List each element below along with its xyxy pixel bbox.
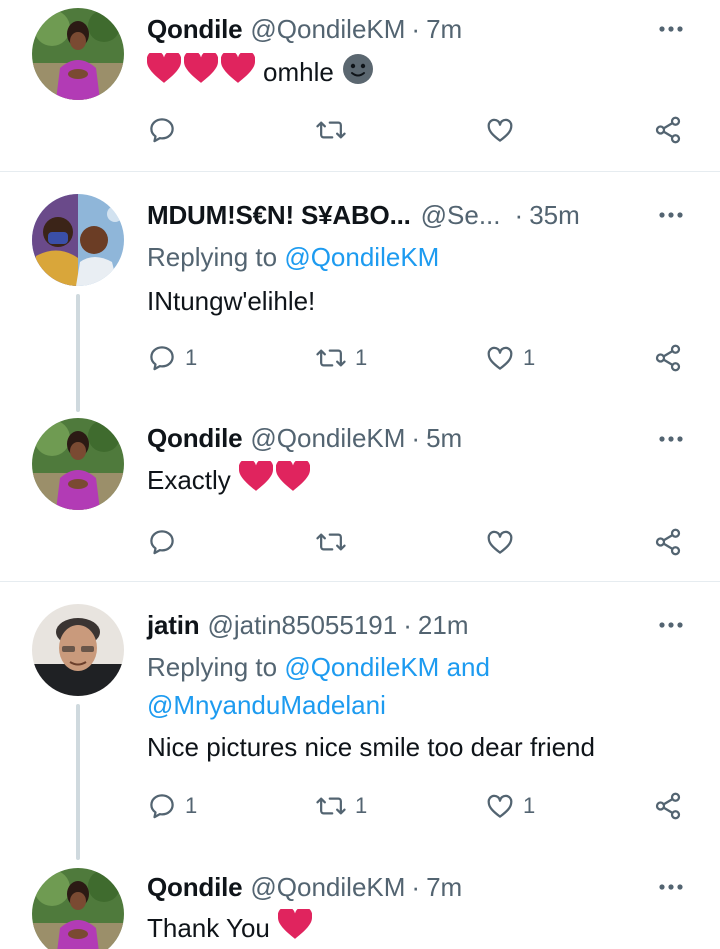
red-heart-emoji bbox=[277, 906, 313, 947]
like-button[interactable]: 1 bbox=[485, 340, 535, 376]
replying-joiner: and bbox=[446, 652, 490, 682]
separator-dot: · bbox=[514, 199, 524, 230]
red-heart-emoji bbox=[238, 458, 274, 499]
red-heart-emoji bbox=[220, 50, 256, 91]
timestamp[interactable]: 35m bbox=[529, 200, 580, 231]
author-name[interactable]: Qondile bbox=[147, 423, 243, 454]
avatar[interactable] bbox=[32, 868, 124, 949]
reply-icon bbox=[150, 118, 174, 143]
retweet-icon bbox=[316, 797, 346, 815]
retweet-button[interactable] bbox=[315, 112, 347, 148]
share-icon bbox=[655, 528, 681, 556]
author-handle[interactable]: @QondileKM bbox=[250, 423, 405, 454]
red-heart-emoji bbox=[183, 50, 219, 91]
retweet-button[interactable]: 1 bbox=[315, 340, 367, 376]
replying-to-label: Replying to bbox=[147, 652, 278, 682]
like-button[interactable] bbox=[485, 524, 515, 560]
like-button[interactable] bbox=[485, 112, 515, 148]
replying-to: Replying to @QondileKM and bbox=[147, 652, 490, 683]
tweet-text: Nice pictures nice smile too dear friend bbox=[147, 731, 595, 762]
share-button[interactable] bbox=[653, 788, 683, 824]
author-handle[interactable]: @jatin85055191 bbox=[207, 610, 397, 641]
reply-icon bbox=[150, 530, 174, 555]
heart-outline-icon bbox=[487, 346, 513, 370]
tweet[interactable]: MDUM!S€N! S¥ABO... @Se... · 35m Replying… bbox=[0, 172, 720, 580]
retweet-icon bbox=[316, 533, 346, 551]
share-icon bbox=[655, 792, 681, 820]
like-button[interactable]: 1 bbox=[485, 788, 535, 824]
author-name[interactable]: Qondile bbox=[147, 872, 243, 903]
more-options-icon[interactable] bbox=[656, 872, 686, 902]
more-options-icon[interactable] bbox=[656, 14, 686, 44]
more-options-icon[interactable] bbox=[656, 424, 686, 454]
avatar[interactable] bbox=[32, 418, 124, 510]
avatar[interactable] bbox=[32, 8, 124, 100]
reply-button[interactable] bbox=[147, 112, 177, 148]
reply-count: 1 bbox=[185, 345, 198, 370]
retweet-icon bbox=[316, 121, 346, 139]
retweet-button[interactable] bbox=[315, 524, 347, 560]
separator-dot: · bbox=[411, 871, 421, 902]
timestamp[interactable]: 7m bbox=[426, 14, 462, 45]
thread-line bbox=[76, 294, 80, 412]
author-handle[interactable]: @QondileKM bbox=[250, 872, 405, 903]
reply-button[interactable] bbox=[147, 524, 177, 560]
share-button[interactable] bbox=[653, 524, 683, 560]
retweet-icon bbox=[316, 349, 346, 367]
like-count: 1 bbox=[523, 793, 536, 818]
heart-outline-icon bbox=[487, 794, 513, 818]
red-heart-emoji bbox=[146, 50, 182, 91]
separator-dot: · bbox=[403, 609, 412, 640]
tweet-text: Exactly bbox=[147, 464, 231, 495]
share-icon bbox=[655, 116, 681, 144]
tweet-text: Thank You bbox=[147, 912, 270, 943]
reply-button[interactable]: 1 bbox=[147, 340, 197, 376]
author-handle[interactable]: @QondileKM bbox=[250, 14, 405, 45]
replying-to-continued: @MnyanduMadelani bbox=[147, 690, 386, 721]
tweet[interactable]: jatin @jatin85055191 · 21m Replying to @… bbox=[0, 582, 720, 949]
tweet-text: INtungw'elihle! bbox=[147, 285, 316, 316]
separator-dot: · bbox=[411, 422, 421, 453]
more-options-icon[interactable] bbox=[656, 610, 686, 640]
timestamp[interactable]: 7m bbox=[426, 872, 462, 903]
share-button[interactable] bbox=[653, 112, 683, 148]
red-heart-emoji bbox=[275, 458, 311, 499]
avatar[interactable] bbox=[32, 604, 124, 696]
like-count: 1 bbox=[523, 345, 536, 370]
heart-outline-icon bbox=[487, 530, 513, 554]
tweet-text: omhle bbox=[263, 56, 334, 87]
author-handle[interactable]: @Se... bbox=[421, 200, 501, 231]
author-name[interactable]: MDUM!S€N! S¥ABO... bbox=[147, 200, 411, 231]
mention-link[interactable]: @QondileKM bbox=[284, 652, 439, 682]
timestamp[interactable]: 5m bbox=[426, 423, 462, 454]
retweet-count: 1 bbox=[355, 345, 368, 370]
mention-link[interactable]: @QondileKM bbox=[284, 242, 439, 272]
retweet-button[interactable]: 1 bbox=[315, 788, 367, 824]
tweet[interactable]: Qondile @QondileKM · 7m omhle bbox=[0, 0, 720, 170]
thread-line bbox=[76, 704, 80, 860]
retweet-count: 1 bbox=[355, 793, 368, 818]
more-options-icon[interactable] bbox=[656, 200, 686, 230]
heart-outline-icon bbox=[487, 118, 513, 142]
share-icon bbox=[655, 344, 681, 372]
reply-button[interactable]: 1 bbox=[147, 788, 197, 824]
slightly-smiling-face-emoji bbox=[342, 53, 374, 92]
timestamp[interactable]: 21m bbox=[418, 610, 469, 641]
separator-dot: · bbox=[411, 13, 421, 44]
mention-link[interactable]: @MnyanduMadelani bbox=[147, 690, 386, 720]
reply-icon bbox=[150, 794, 174, 819]
reply-count: 1 bbox=[185, 793, 198, 818]
replying-to-label: Replying to bbox=[147, 242, 278, 272]
author-name[interactable]: jatin bbox=[147, 610, 200, 641]
author-name[interactable]: Qondile bbox=[147, 14, 243, 45]
reply-icon bbox=[150, 346, 174, 371]
avatar[interactable] bbox=[32, 194, 124, 286]
share-button[interactable] bbox=[653, 340, 683, 376]
replying-to: Replying to @QondileKM bbox=[147, 242, 439, 273]
